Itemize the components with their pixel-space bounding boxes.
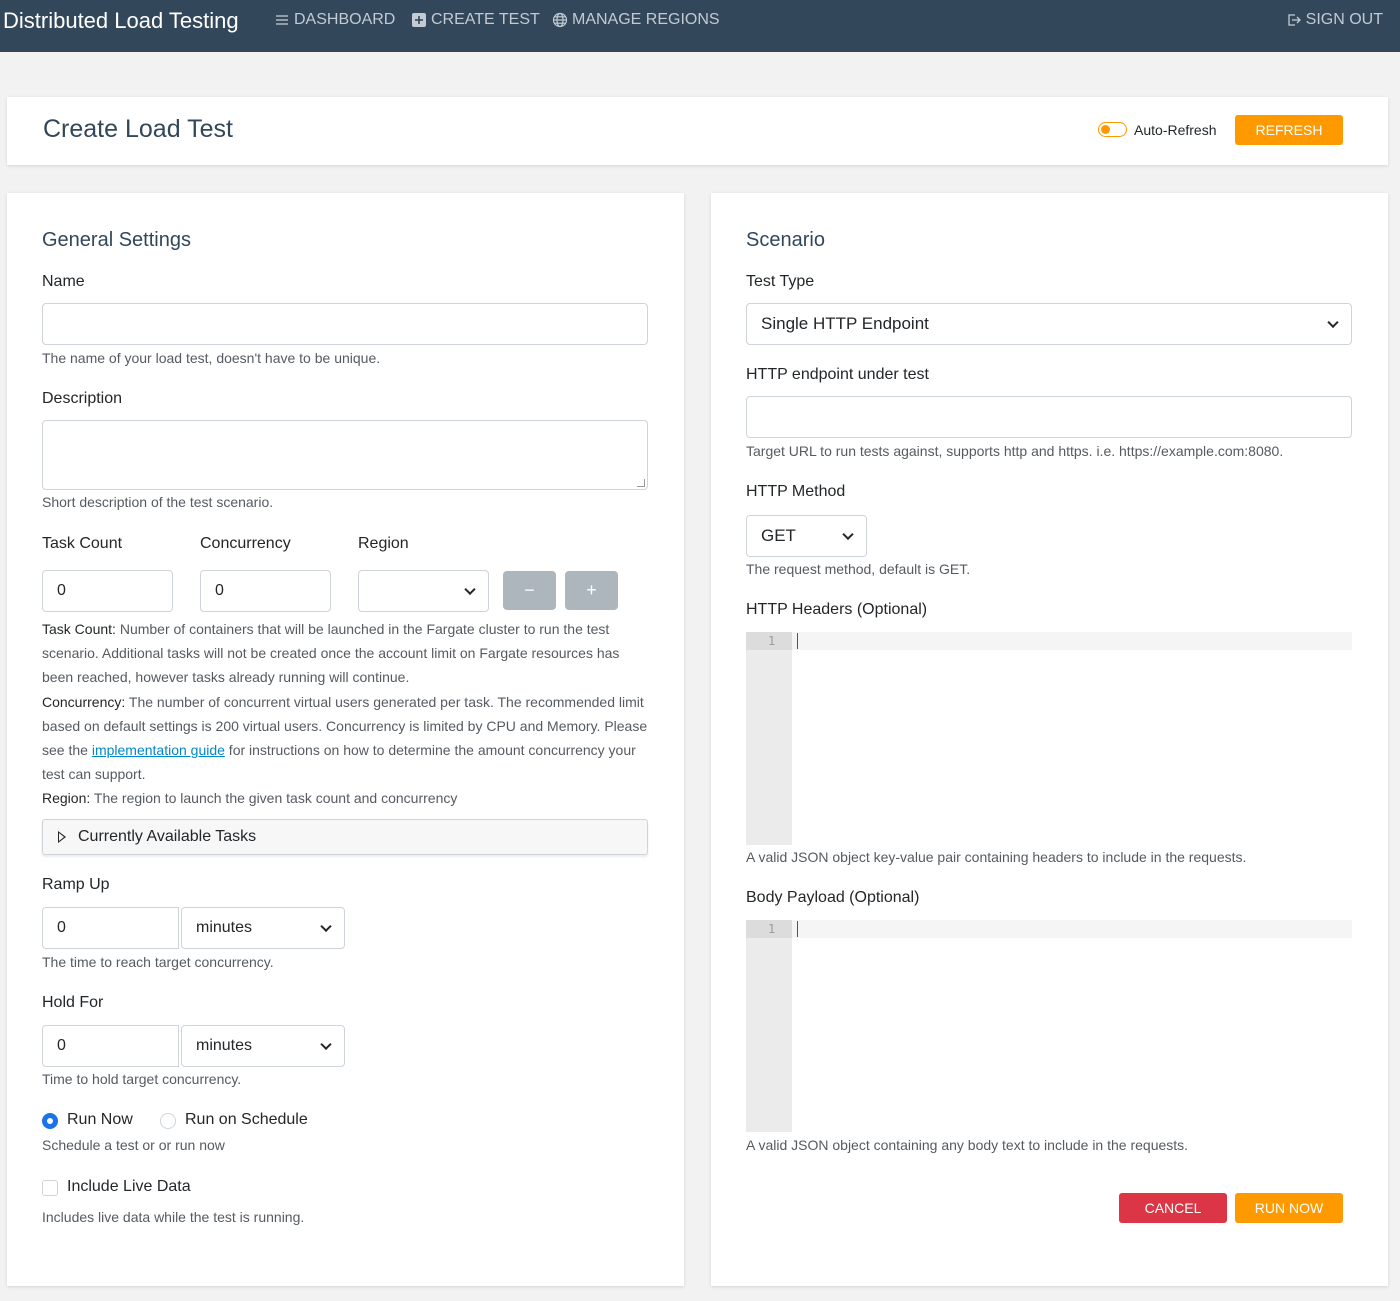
auto-refresh-label: Auto-Refresh bbox=[1134, 122, 1217, 138]
globe-icon bbox=[552, 12, 568, 28]
general-settings-card: General Settings Name The name of your l… bbox=[7, 193, 684, 1286]
available-tasks-label: Currently Available Tasks bbox=[78, 828, 257, 845]
run-schedule-radio[interactable] bbox=[160, 1113, 176, 1129]
endpoint-input[interactable] bbox=[746, 396, 1352, 438]
live-data-checkbox[interactable] bbox=[42, 1180, 58, 1196]
ramp-up-help: The time to reach target concurrency. bbox=[42, 954, 274, 970]
chevron-down-icon bbox=[320, 1038, 332, 1051]
endpoint-label: HTTP endpoint under test bbox=[746, 366, 929, 383]
general-settings-title: General Settings bbox=[42, 229, 191, 251]
chevron-down-icon bbox=[464, 583, 476, 596]
method-help: The request method, default is GET. bbox=[746, 561, 971, 577]
hold-for-label: Hold For bbox=[42, 994, 104, 1011]
body-editor[interactable]: 1 bbox=[746, 920, 1352, 1132]
resize-grip-icon[interactable] bbox=[637, 479, 645, 487]
body-label: Body Payload (Optional) bbox=[746, 889, 920, 906]
hold-for-unit-value: minutes bbox=[196, 1037, 253, 1054]
plus-square-icon bbox=[412, 13, 426, 27]
concurrency-input[interactable]: 0 bbox=[200, 570, 331, 612]
name-help: The name of your load test, doesn't have… bbox=[42, 350, 381, 366]
run-schedule-label[interactable]: Run on Schedule bbox=[185, 1111, 308, 1129]
brand-title[interactable]: Distributed Load Testing bbox=[3, 8, 239, 34]
test-type-value: Single HTTP Endpoint bbox=[761, 314, 929, 333]
hold-for-help: Time to hold target concurrency. bbox=[42, 1071, 242, 1087]
region-help-key: Region: bbox=[42, 790, 91, 807]
nav-dashboard[interactable]: DASHBOARD bbox=[274, 11, 395, 29]
task-count-label: Task Count bbox=[42, 535, 123, 552]
remove-region-button[interactable]: − bbox=[503, 571, 556, 610]
headers-active-line bbox=[746, 632, 1352, 650]
headers-editor[interactable]: 1 bbox=[746, 632, 1352, 845]
run-now-radio[interactable] bbox=[42, 1113, 58, 1129]
implementation-guide-link[interactable]: implementation guide bbox=[92, 742, 225, 758]
run-now-label[interactable]: Run Now bbox=[67, 1111, 133, 1129]
sign-out-icon bbox=[1288, 14, 1301, 26]
add-region-button[interactable]: + bbox=[565, 571, 618, 610]
cancel-button[interactable]: CANCEL bbox=[1119, 1193, 1227, 1223]
region-select[interactable] bbox=[358, 570, 489, 612]
headers-line-number: 1 bbox=[768, 634, 776, 648]
description-help: Short description of the test scenario. bbox=[42, 494, 274, 510]
headers-gutter bbox=[746, 632, 792, 845]
body-gutter bbox=[746, 920, 792, 1132]
run-now-button[interactable]: RUN NOW bbox=[1235, 1193, 1343, 1223]
chevron-down-icon bbox=[1327, 316, 1339, 329]
chevron-down-icon bbox=[320, 920, 332, 933]
task-count-help-text: Number of containers that will be launch… bbox=[42, 621, 620, 686]
test-type-label: Test Type bbox=[746, 273, 815, 290]
nav-dashboard-label: DASHBOARD bbox=[294, 11, 396, 28]
schedule-help: Schedule a test or or run now bbox=[42, 1137, 225, 1153]
description-label: Description bbox=[42, 390, 123, 407]
region-help-text: The region to launch the given task coun… bbox=[90, 790, 458, 807]
auto-refresh-toggle[interactable] bbox=[1098, 122, 1127, 137]
refresh-button[interactable]: REFRESH bbox=[1235, 115, 1343, 145]
nav-create-test-label: CREATE TEST bbox=[431, 11, 540, 28]
body-active-line bbox=[746, 920, 1352, 938]
region-label: Region bbox=[358, 535, 409, 552]
name-input[interactable] bbox=[42, 303, 648, 345]
scenario-title: Scenario bbox=[746, 229, 825, 251]
body-line-number: 1 bbox=[768, 922, 776, 936]
concurrency-label: Concurrency bbox=[200, 535, 291, 552]
task-count-input[interactable]: 0 bbox=[42, 570, 173, 612]
caret-right-icon bbox=[58, 831, 66, 843]
endpoint-help: Target URL to run tests against, support… bbox=[746, 443, 1284, 459]
nav-create-test[interactable]: CREATE TEST bbox=[411, 11, 540, 29]
headers-help: A valid JSON object key-value pair conta… bbox=[746, 849, 1247, 865]
headers-label: HTTP Headers (Optional) bbox=[746, 601, 928, 618]
task-count-help-key: Task Count: bbox=[42, 621, 116, 637]
body-cursor bbox=[797, 921, 798, 937]
nav-sign-out-label: SIGN OUT bbox=[1305, 11, 1383, 28]
method-value: GET bbox=[761, 526, 796, 545]
method-select[interactable]: GET bbox=[746, 515, 867, 557]
task-help-paragraph: Task Count: Number of containers that wi… bbox=[42, 617, 652, 811]
live-data-label[interactable]: Include Live Data bbox=[67, 1178, 191, 1196]
chevron-down-icon bbox=[842, 528, 854, 541]
test-type-select[interactable]: Single HTTP Endpoint bbox=[746, 303, 1352, 345]
body-help: A valid JSON object containing any body … bbox=[746, 1137, 1189, 1153]
ramp-up-unit-value: minutes bbox=[196, 919, 253, 936]
scenario-card: Scenario Test Type Single HTTP Endpoint … bbox=[711, 193, 1388, 1286]
name-label: Name bbox=[42, 273, 85, 290]
available-tasks-toggle[interactable]: Currently Available Tasks bbox=[42, 819, 648, 855]
hold-for-input[interactable]: 0 bbox=[42, 1025, 179, 1067]
nav-manage-regions[interactable]: MANAGE REGIONS bbox=[552, 11, 720, 29]
nav-sign-out[interactable]: SIGN OUT bbox=[1286, 11, 1383, 29]
page-header: Create Load Test Auto-Refresh REFRESH bbox=[7, 97, 1388, 165]
description-textarea[interactable] bbox=[42, 420, 648, 490]
headers-cursor bbox=[797, 633, 798, 649]
ramp-up-unit-select[interactable]: minutes bbox=[181, 907, 345, 949]
page-title: Create Load Test bbox=[43, 115, 233, 143]
ramp-up-label: Ramp Up bbox=[42, 876, 110, 893]
hold-for-unit-select[interactable]: minutes bbox=[181, 1025, 345, 1067]
ramp-up-input[interactable]: 0 bbox=[42, 907, 179, 949]
nav-manage-regions-label: MANAGE REGIONS bbox=[572, 11, 720, 28]
list-icon bbox=[276, 15, 288, 25]
method-label: HTTP Method bbox=[746, 483, 846, 500]
live-data-help: Includes live data while the test is run… bbox=[42, 1209, 305, 1225]
top-navbar: Distributed Load Testing DASHBOARD CREAT… bbox=[0, 0, 1400, 52]
concurrency-help-key: Concurrency: bbox=[42, 693, 126, 710]
